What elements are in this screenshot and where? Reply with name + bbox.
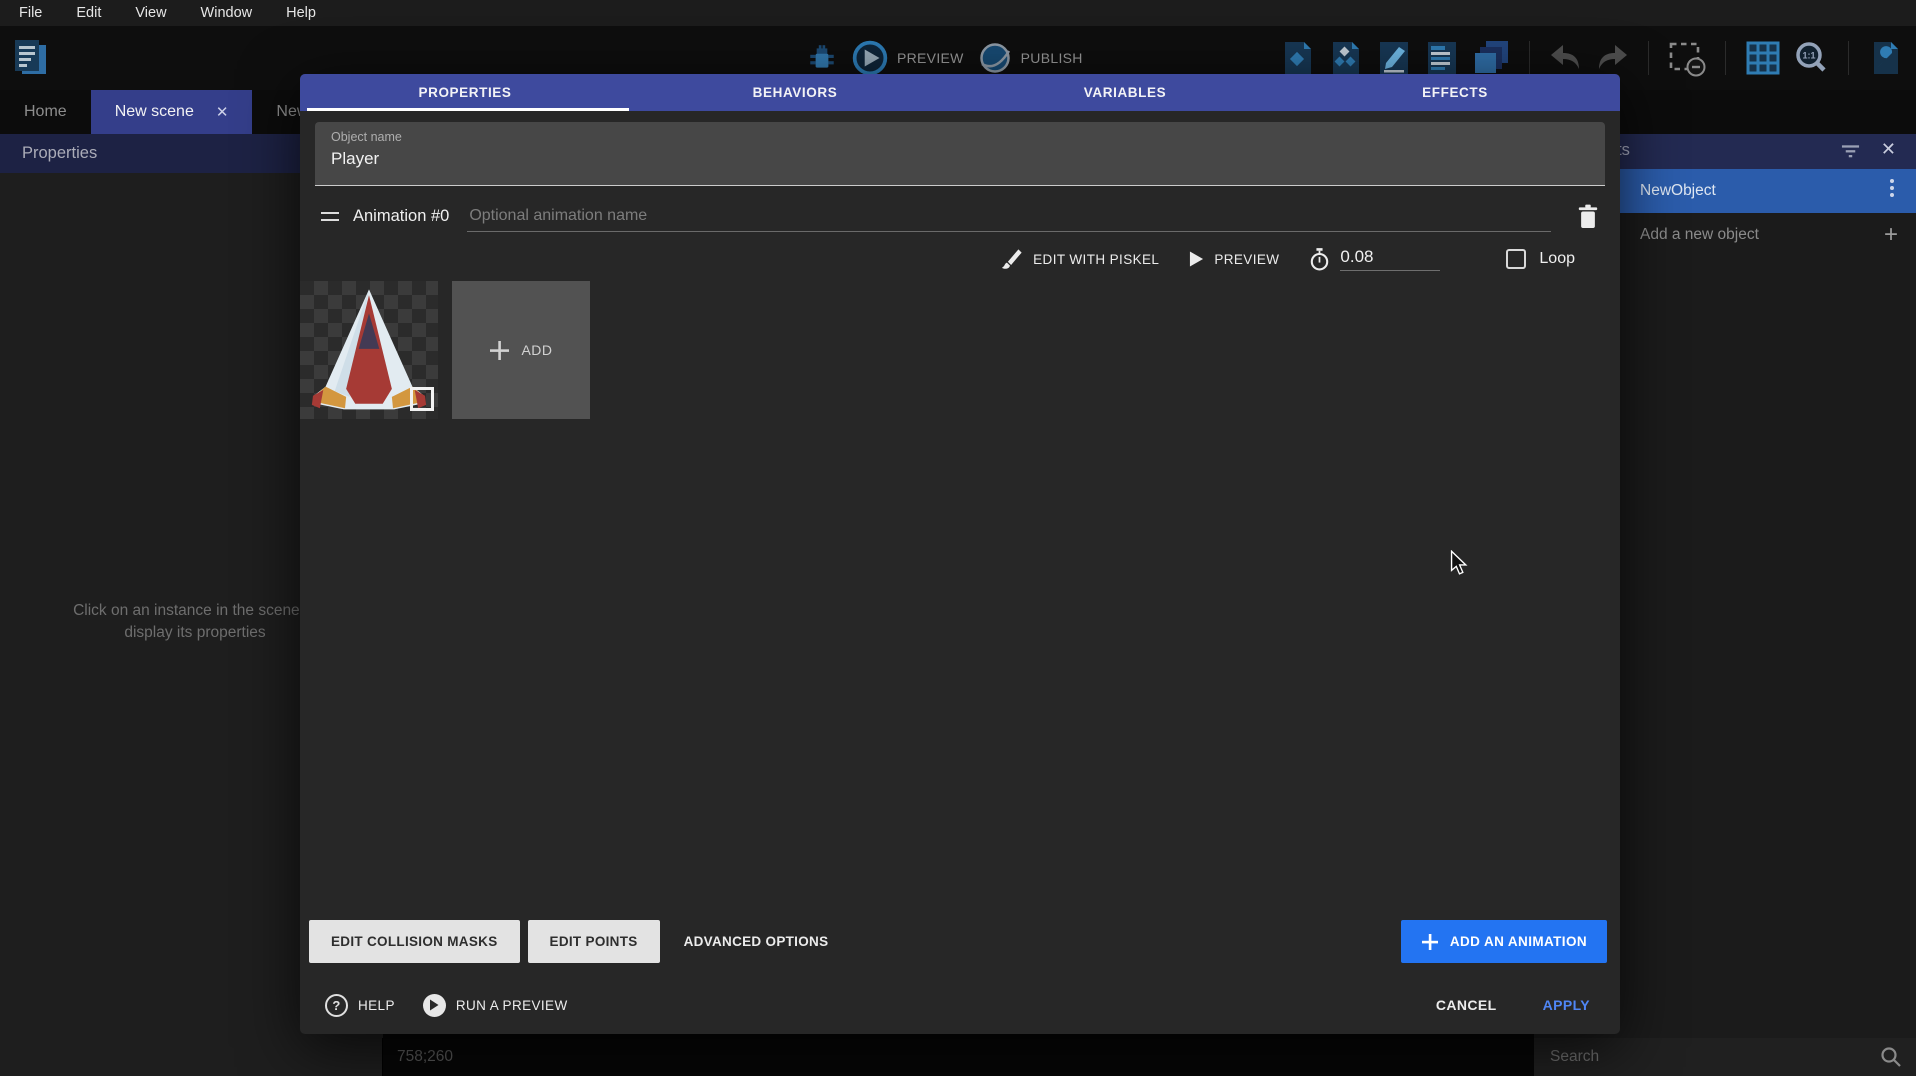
animation-header-row: Animation #0 bbox=[315, 195, 1605, 237]
object-name-field[interactable]: Object name bbox=[315, 122, 1605, 186]
drag-handle-icon[interactable] bbox=[321, 212, 339, 221]
scene-status-bar: 758;260 bbox=[383, 1038, 1534, 1076]
add-new-object-label: Add a new object bbox=[1640, 226, 1759, 244]
filter-icon[interactable] bbox=[1841, 144, 1860, 159]
preview-animation-label: PREVIEW bbox=[1214, 252, 1279, 267]
loop-label: Loop bbox=[1539, 250, 1575, 268]
properties-empty-message: Click on an instance in the scene to dis… bbox=[50, 600, 340, 644]
dialog-tab-bar: PROPERTIES BEHAVIORS VARIABLES EFFECTS bbox=[300, 74, 1620, 111]
tab-new-scene-label: New scene bbox=[115, 103, 194, 121]
loop-checkbox[interactable] bbox=[1506, 249, 1526, 269]
zoom-1-1-icon[interactable]: 1:1 bbox=[1793, 40, 1829, 76]
play-icon bbox=[1189, 250, 1204, 268]
setup-grid-wrench-icon[interactable] bbox=[1868, 40, 1904, 76]
animation-title: Animation #0 bbox=[353, 207, 449, 226]
search-input[interactable] bbox=[1534, 1048, 1880, 1066]
objects-search-bar bbox=[1534, 1038, 1916, 1076]
toolbar-separator bbox=[1648, 41, 1649, 75]
run-preview-play-icon bbox=[423, 994, 446, 1017]
menu-file[interactable]: File bbox=[2, 0, 59, 26]
publish-label: PUBLISH bbox=[1021, 50, 1083, 66]
delete-animation-button[interactable] bbox=[1571, 201, 1605, 232]
tab-variables[interactable]: VARIABLES bbox=[960, 74, 1290, 111]
cursor-coordinates: 758;260 bbox=[383, 1048, 453, 1066]
left-panel-footer bbox=[0, 1038, 383, 1076]
add-an-animation-button[interactable]: ADD AN ANIMATION bbox=[1401, 920, 1607, 963]
redo-icon[interactable] bbox=[1595, 43, 1629, 73]
object-name-field-label: Object name bbox=[331, 130, 1589, 144]
properties-panel-title: Properties bbox=[22, 144, 97, 163]
edit-with-piskel-button[interactable]: EDIT WITH PISKEL bbox=[1001, 248, 1159, 270]
preview-button[interactable]: PREVIEW bbox=[852, 40, 964, 76]
undo-icon[interactable] bbox=[1549, 43, 1583, 73]
add-an-animation-label: ADD AN ANIMATION bbox=[1450, 934, 1587, 949]
publish-globe-icon bbox=[978, 41, 1012, 75]
help-label: HELP bbox=[358, 998, 395, 1013]
search-icon bbox=[1880, 1046, 1916, 1068]
layers-icon[interactable] bbox=[1472, 40, 1510, 76]
tab-effects[interactable]: EFFECTS bbox=[1290, 74, 1620, 111]
tab-new-scene[interactable]: New scene ✕ bbox=[91, 90, 253, 134]
stopwatch-icon bbox=[1309, 247, 1330, 272]
trash-icon bbox=[1577, 203, 1599, 230]
toolbar-separator bbox=[1725, 41, 1726, 75]
animation-name-input[interactable] bbox=[467, 201, 1551, 232]
preview-animation-button[interactable]: PREVIEW bbox=[1189, 250, 1279, 268]
tab-home[interactable]: Home bbox=[0, 90, 91, 134]
brush-icon bbox=[1001, 248, 1023, 270]
loop-option: Loop bbox=[1506, 249, 1575, 269]
properties-pencil-icon[interactable] bbox=[1376, 40, 1412, 76]
menu-help[interactable]: Help bbox=[269, 0, 333, 26]
svg-text:1:1: 1:1 bbox=[1802, 51, 1815, 61]
advanced-options-button[interactable]: ADVANCED OPTIONS bbox=[668, 920, 845, 963]
object-editor-dialog: PROPERTIES BEHAVIORS VARIABLES EFFECTS O… bbox=[300, 74, 1620, 1034]
kebab-menu-icon[interactable] bbox=[1890, 179, 1894, 197]
debugger-bug-icon[interactable] bbox=[806, 41, 838, 75]
instances-list-icon[interactable] bbox=[1424, 40, 1460, 76]
plus-icon bbox=[489, 340, 510, 361]
plus-icon: + bbox=[1884, 221, 1898, 249]
help-button[interactable]: ? HELP bbox=[325, 994, 395, 1017]
tab-behaviors[interactable]: BEHAVIORS bbox=[630, 74, 960, 111]
preview-label: PREVIEW bbox=[897, 50, 964, 66]
add-frame-label: ADD bbox=[521, 342, 552, 358]
time-between-frames-field bbox=[1309, 247, 1440, 272]
object-groups-icon[interactable] bbox=[1328, 40, 1364, 76]
menu-window[interactable]: Window bbox=[184, 0, 270, 26]
object-name-label: NewObject bbox=[1640, 182, 1716, 200]
publish-button[interactable]: PUBLISH bbox=[978, 41, 1083, 75]
edit-collision-masks-button[interactable]: EDIT COLLISION MASKS bbox=[309, 920, 520, 963]
tab-home-label: Home bbox=[24, 103, 67, 121]
apply-button[interactable]: APPLY bbox=[1543, 997, 1590, 1013]
dialog-secondary-actions: EDIT COLLISION MASKS EDIT POINTS ADVANCE… bbox=[309, 920, 844, 963]
edit-with-piskel-label: EDIT WITH PISKEL bbox=[1033, 252, 1159, 267]
toolbar-separator bbox=[1848, 41, 1849, 75]
run-a-preview-label: RUN A PREVIEW bbox=[456, 998, 568, 1013]
delete-selection-icon[interactable] bbox=[1668, 39, 1706, 77]
expand-frame-icon[interactable] bbox=[410, 387, 434, 411]
menu-view[interactable]: View bbox=[118, 0, 183, 26]
animation-controls-row: EDIT WITH PISKEL PREVIEW bbox=[315, 240, 1605, 278]
animation-frame-thumbnail[interactable] bbox=[300, 281, 438, 419]
add-frame-button[interactable]: ADD bbox=[452, 281, 590, 419]
tab-close-icon[interactable]: ✕ bbox=[216, 103, 229, 121]
toolbar-separator bbox=[1529, 41, 1530, 75]
object-name-input[interactable] bbox=[331, 149, 1589, 169]
help-icon: ? bbox=[325, 994, 348, 1017]
run-a-preview-button[interactable]: RUN A PREVIEW bbox=[423, 994, 568, 1017]
objects-panel-icon[interactable] bbox=[1280, 40, 1316, 76]
gdevelop-window: File Edit View Window Help bbox=[0, 0, 1916, 1076]
edit-points-button[interactable]: EDIT POINTS bbox=[528, 920, 660, 963]
menu-edit[interactable]: Edit bbox=[59, 0, 118, 26]
close-panel-icon[interactable]: ✕ bbox=[1881, 139, 1896, 160]
time-between-frames-input[interactable] bbox=[1340, 247, 1440, 271]
preview-play-icon bbox=[852, 40, 888, 76]
tab-properties[interactable]: PROPERTIES bbox=[300, 74, 630, 111]
grid-icon[interactable] bbox=[1745, 40, 1781, 76]
cancel-button[interactable]: CANCEL bbox=[1436, 997, 1497, 1013]
plus-icon bbox=[1421, 933, 1439, 951]
dialog-footer: ? HELP RUN A PREVIEW CANCEL APPLY bbox=[325, 984, 1590, 1026]
menu-bar: File Edit View Window Help bbox=[0, 0, 1916, 26]
app-pages-icon[interactable] bbox=[10, 37, 50, 79]
